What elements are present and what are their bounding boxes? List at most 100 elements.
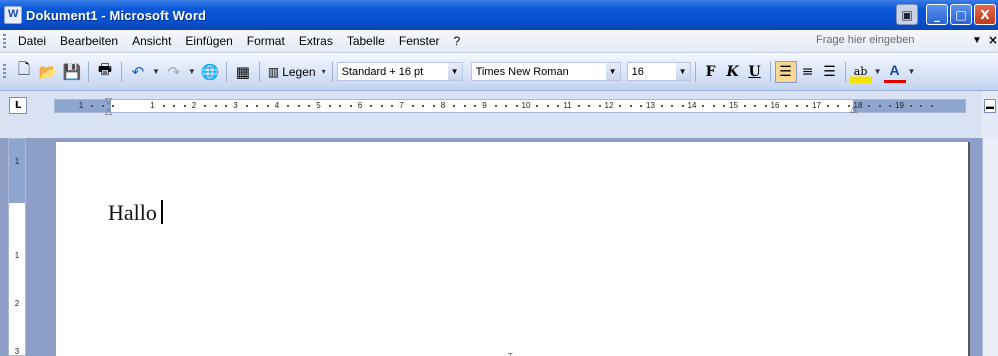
document-body-text[interactable]: Hallo <box>108 200 163 226</box>
menu-extras[interactable]: Extras <box>293 32 341 50</box>
ruler-tick <box>598 105 601 107</box>
help-search-input[interactable]: Frage hier eingeben <box>812 34 972 50</box>
window-title: Dokument1 - Microsoft Word <box>26 7 207 23</box>
document-page[interactable]: Hallo 𝙸 <box>56 142 968 356</box>
ruler-number: 17 <box>812 101 821 110</box>
align-left-icon[interactable]: ☰ <box>774 60 797 83</box>
bold-button[interactable]: F <box>700 61 722 83</box>
underline-button[interactable]: U <box>744 61 766 83</box>
text-cursor <box>160 200 163 224</box>
font-size-dropdown-icon[interactable]: ▼ <box>675 63 690 80</box>
ruler-tick <box>909 105 912 107</box>
ruler-tick <box>577 105 580 107</box>
toolbar-options-icon[interactable]: ▾ <box>322 67 326 76</box>
justify-icon[interactable]: ☰ <box>819 61 841 83</box>
toolbar-separator <box>88 61 89 82</box>
open-folder-icon[interactable]: 📂 <box>37 61 59 83</box>
ruler-tick <box>806 105 809 107</box>
ruler-tick <box>297 105 300 107</box>
toolbar-separator <box>121 61 122 82</box>
print-icon[interactable]: 🖶 <box>94 61 116 83</box>
legen-label: Legen <box>282 64 316 79</box>
ruler-tick <box>660 105 663 107</box>
split-view-icon[interactable]: ▬ <box>984 99 996 113</box>
word-close-doc-icon[interactable]: ▣ <box>896 4 918 25</box>
ruler-tick <box>204 105 207 107</box>
toolbar-separator <box>769 61 771 82</box>
hanging-indent-marker[interactable]: △ <box>105 106 112 117</box>
minimize-button[interactable]: _ <box>926 4 948 25</box>
save-icon[interactable]: 💾 <box>61 61 83 83</box>
style-select[interactable]: Standard + 16 pt ▼ <box>336 62 463 81</box>
font-size-select[interactable]: 16 ▼ <box>626 62 691 81</box>
ruler-number: 16 <box>770 101 780 110</box>
table-icon[interactable]: ▦ <box>232 61 254 83</box>
font-select[interactable]: Times New Roman ▼ <box>470 62 621 81</box>
ruler-tick <box>702 105 705 107</box>
hyperlink-globe-icon[interactable]: 🌐 <box>199 61 221 83</box>
font-size-value: 16 <box>631 65 644 78</box>
new-document-icon[interactable]: 🗋 <box>13 61 35 83</box>
vertical-ruler[interactable]: 1 1 2 3 <box>8 138 26 356</box>
font-dropdown-icon[interactable]: ▼ <box>605 63 620 80</box>
highlight-dropdown-icon[interactable]: ▼ <box>874 67 882 76</box>
redo-dropdown-icon[interactable]: ▼ <box>188 67 196 76</box>
align-center-icon[interactable]: ≡ <box>797 61 819 83</box>
font-color-dropdown-icon[interactable]: ▼ <box>908 67 916 76</box>
word-app-icon[interactable] <box>4 6 22 24</box>
ruler-tick <box>588 105 591 107</box>
menu-fenster[interactable]: Fenster <box>393 32 448 50</box>
menu-help[interactable]: ? <box>448 32 469 50</box>
ruler-tick <box>214 105 217 107</box>
ruler-number: 3 <box>233 101 238 110</box>
undo-dropdown-icon[interactable]: ▼ <box>152 67 160 76</box>
redo-icon[interactable]: ↷ <box>163 61 185 83</box>
ruler-tick <box>339 105 342 107</box>
ruler-tick <box>112 105 115 107</box>
ruler-tick <box>712 105 715 107</box>
menu-einfuegen[interactable]: Einfügen <box>179 32 240 50</box>
font-value: Times New Roman <box>475 65 569 78</box>
close-button[interactable]: X <box>974 4 996 25</box>
ruler-tick <box>764 105 767 107</box>
ruler-tick <box>370 105 373 107</box>
vertical-ruler-number: 1 <box>14 157 20 166</box>
highlight-icon[interactable]: ab <box>849 60 872 83</box>
menu-grip-handle[interactable] <box>3 33 6 49</box>
menu-ansicht[interactable]: Ansicht <box>126 32 179 50</box>
toolbar-separator <box>331 61 333 82</box>
vertical-ruler-number: 2 <box>14 299 20 308</box>
horizontal-ruler[interactable]: ▽ △ △ 1 1 2 3 4 5 6 7 8 9 10 11 12 13 14 15 16 17 18 19 <box>54 96 966 116</box>
help-dropdown-icon[interactable]: ▼ <box>972 35 982 46</box>
italic-button[interactable]: K <box>722 61 744 83</box>
toolbar-separator <box>225 61 227 82</box>
ruler-tick <box>868 105 871 107</box>
legen-button[interactable]: ▥ Legen <box>264 65 320 79</box>
toolbar-grip-handle[interactable] <box>3 64 6 79</box>
ruler-tick <box>287 105 290 107</box>
menu-tabelle[interactable]: Tabelle <box>341 32 393 50</box>
style-dropdown-icon[interactable]: ▼ <box>447 63 462 80</box>
ruler-tick <box>474 105 477 107</box>
ruler-tick <box>349 105 352 107</box>
restore-button[interactable]: □ <box>950 4 972 25</box>
document-close-icon[interactable]: × <box>988 33 998 47</box>
document-workspace: 1 1 2 3 Hallo 𝙸 <box>0 138 998 356</box>
vertical-scrollbar[interactable] <box>982 138 998 356</box>
undo-icon[interactable]: ↶ <box>127 61 149 83</box>
ruler-tick <box>494 105 497 107</box>
ruler-number: 12 <box>604 101 614 110</box>
menu-bearbeiten[interactable]: Bearbeiten <box>54 32 126 50</box>
mouse-pointer-icon: 𝙸 <box>506 350 514 356</box>
ruler-tick <box>266 105 269 107</box>
menu-datei[interactable]: Datei <box>12 32 54 50</box>
toolbar-separator <box>844 61 846 82</box>
ruler-tick <box>245 105 248 107</box>
ruler-tick <box>380 105 383 107</box>
ruler-tick <box>173 105 176 107</box>
font-color-icon[interactable]: A <box>883 61 906 83</box>
tab-selector-button[interactable]: L <box>9 97 27 114</box>
ruler-tick <box>256 105 259 107</box>
ruler-tick <box>629 105 632 107</box>
menu-format[interactable]: Format <box>241 32 293 50</box>
